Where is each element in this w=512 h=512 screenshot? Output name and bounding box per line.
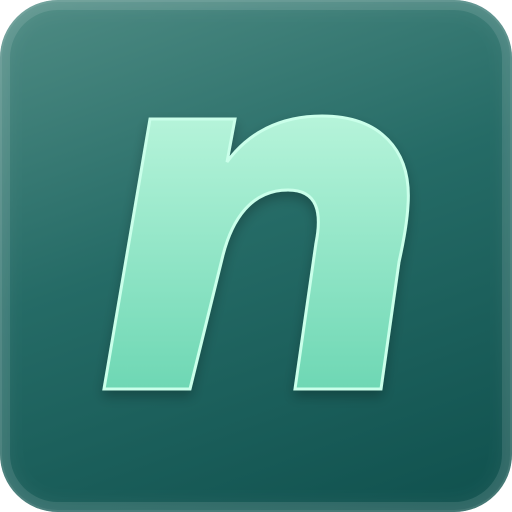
canvas bbox=[0, 0, 512, 512]
n-letter-shape bbox=[102, 114, 410, 391]
n-letter-icon bbox=[102, 114, 410, 391]
app-icon[interactable] bbox=[0, 0, 512, 512]
